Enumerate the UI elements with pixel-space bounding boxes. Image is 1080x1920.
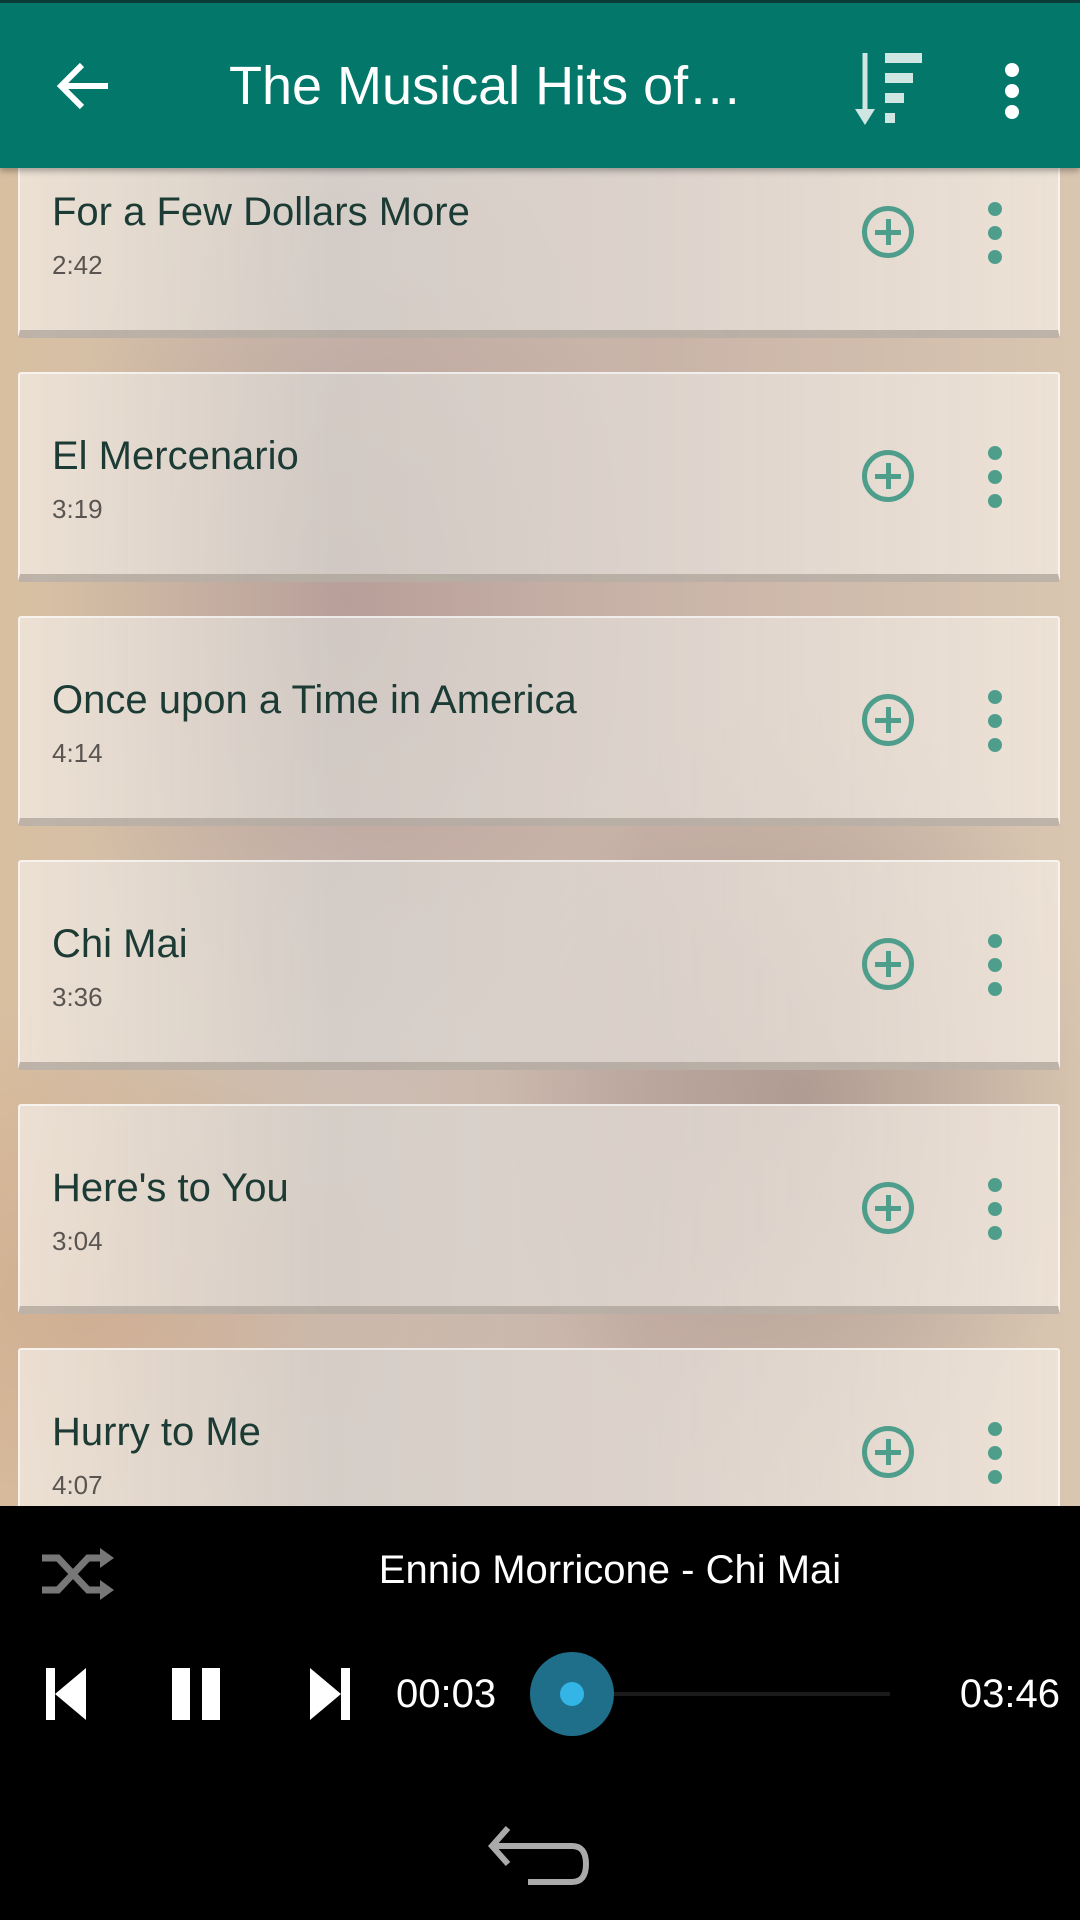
back-arrow-icon[interactable] (56, 61, 112, 111)
track-menu-icon[interactable] (980, 934, 1010, 996)
page-title: The Musical Hits of… (229, 56, 743, 116)
track-item[interactable]: El Mercenario 3:19 (18, 372, 1060, 582)
track-item[interactable]: Once upon a Time in America 4:14 (18, 616, 1060, 826)
elapsed-time: 00:03 (396, 1672, 497, 1716)
pause-icon[interactable] (170, 1666, 224, 1722)
seek-bar-thumb[interactable] (530, 1652, 614, 1736)
add-to-playlist-icon[interactable] (862, 206, 914, 258)
track-item[interactable]: Chi Mai 3:36 (18, 860, 1060, 1070)
seek-bar-track[interactable] (572, 1692, 890, 1696)
nav-back-icon[interactable] (488, 1824, 592, 1886)
add-to-playlist-icon[interactable] (862, 694, 914, 746)
track-title: El Mercenario (52, 434, 299, 478)
track-menu-icon[interactable] (980, 690, 1010, 752)
track-duration: 4:14 (52, 738, 103, 768)
total-time: 03:46 (959, 1672, 1060, 1716)
track-menu-icon[interactable] (980, 1422, 1010, 1484)
now-playing-bar: Ennio Morricone - Chi Mai 00:03 03:46 (0, 1506, 1080, 1920)
track-duration: 3:36 (52, 982, 103, 1012)
previous-icon[interactable] (44, 1666, 88, 1722)
track-menu-icon[interactable] (980, 1178, 1010, 1240)
track-list[interactable]: For a Few Dollars More 2:42 El Mercenari… (0, 0, 1080, 1506)
track-title: Chi Mai (52, 922, 188, 966)
track-duration: 2:42 (52, 250, 103, 280)
next-icon[interactable] (308, 1666, 352, 1722)
add-to-playlist-icon[interactable] (862, 1182, 914, 1234)
now-playing-title: Ennio Morricone - Chi Mai (378, 1548, 842, 1592)
track-title: Here's to You (52, 1166, 289, 1210)
add-to-playlist-icon[interactable] (862, 938, 914, 990)
add-to-playlist-icon[interactable] (862, 1426, 914, 1478)
shuffle-icon[interactable] (40, 1546, 116, 1602)
overflow-menu-icon[interactable] (1005, 63, 1019, 119)
track-item[interactable]: Here's to You 3:04 (18, 1104, 1060, 1314)
sort-icon[interactable] (850, 51, 926, 127)
track-duration: 4:07 (52, 1470, 103, 1500)
track-menu-icon[interactable] (980, 446, 1010, 508)
track-title: Once upon a Time in America (52, 678, 577, 722)
track-title: For a Few Dollars More (52, 190, 470, 234)
app-bar: The Musical Hits of… (0, 0, 1080, 168)
track-duration: 3:19 (52, 494, 103, 524)
track-duration: 3:04 (52, 1226, 103, 1256)
add-to-playlist-icon[interactable] (862, 450, 914, 502)
track-menu-icon[interactable] (980, 202, 1010, 264)
track-item[interactable]: Hurry to Me 4:07 (18, 1348, 1060, 1506)
track-title: Hurry to Me (52, 1410, 261, 1454)
